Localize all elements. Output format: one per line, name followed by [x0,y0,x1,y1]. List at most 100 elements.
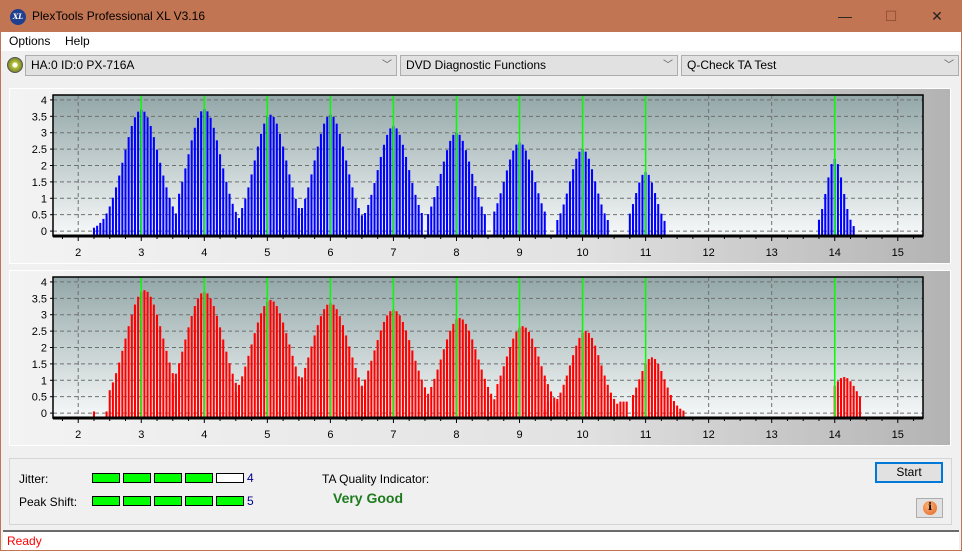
bar [219,154,222,236]
bar [836,164,839,236]
bar [641,174,644,236]
bar [269,114,272,236]
bar [584,151,587,236]
bar [184,168,187,236]
bar [543,211,546,236]
bar [351,187,354,236]
bar [137,296,140,418]
pit-land-chart: 0 0.5 1 1.5 2 2.5 3 3.5 4 2 3 4 5 6 7 8 9 10 11 12 13 14 15 [32,276,924,441]
bar [843,377,846,418]
bar [509,159,512,236]
bar [480,206,483,236]
drive-select[interactable]: HA:0 ID:0 PX-716A ﹀ [25,55,397,76]
bar [237,218,241,236]
bar [654,359,657,418]
minimize-button[interactable]: — [822,1,868,32]
bar [464,150,467,236]
y-tick-label: 3.5 [32,293,47,305]
y-tick-label: 3 [41,128,47,140]
bar [181,181,184,236]
meter-segment [92,496,120,506]
test-select[interactable]: Q-Check TA Test ﹀ [681,55,959,76]
meter-segment [92,473,120,483]
bar [297,385,300,418]
menu-help[interactable]: Help [65,34,90,48]
bar [650,357,653,418]
y-tick-label: 0.5 [32,210,47,222]
x-tick-label: 2 [75,429,81,441]
bar [263,306,266,418]
bar [590,169,594,236]
bar [307,357,310,418]
y-tick-label: 2.5 [32,144,47,156]
x-tick-label: 5 [264,429,270,441]
bar [313,335,316,418]
bar [297,215,300,236]
function-select[interactable]: DVD Diagnostic Functions ﹀ [400,55,678,76]
bar [597,355,600,418]
bar [102,218,105,236]
bar [587,158,590,236]
start-button[interactable]: Start [875,462,943,483]
bar [354,198,357,236]
bar [405,156,408,236]
bar [553,397,556,418]
bar [565,375,568,418]
bar [171,382,174,418]
bar [335,309,338,418]
bar [647,174,650,236]
peak-shift-value: 5 [247,494,254,508]
x-tick-label: 2 [75,247,81,259]
bar [480,369,483,418]
bar [253,333,256,418]
bar [215,140,218,236]
bar [291,355,294,418]
bar [540,366,543,418]
bar [379,156,382,236]
bar [613,398,616,418]
bar [449,140,452,236]
maximize-button[interactable]: ☐ [868,1,914,32]
bar [408,340,411,418]
bar [389,128,392,236]
bar [184,339,187,418]
bar [471,173,474,236]
bar [219,327,222,418]
test-select-value: Q-Check TA Test [687,58,777,72]
bar [411,183,414,236]
x-tick-label: 4 [201,429,207,441]
bar [512,150,515,236]
bar [843,194,846,236]
jitter-label: Jitter: [19,472,49,486]
bar [849,219,852,236]
bar [427,393,430,418]
bar [559,392,562,418]
bar [206,111,209,236]
y-tick-label: 0 [41,408,47,420]
bar [631,204,635,236]
bar [405,330,408,418]
bar [360,387,363,418]
bar [427,214,430,236]
x-tick-label: 9 [516,429,522,441]
meter-segment [185,496,213,506]
bar [490,393,493,418]
bar [241,376,244,418]
bar [468,330,471,418]
ta-quality-label: TA Quality Indicator: [322,472,430,486]
menu-options[interactable]: Options [9,34,50,48]
x-tick-label: 5 [264,247,270,259]
bar [430,386,433,418]
x-tick-label: 9 [516,247,522,259]
bar [505,170,508,236]
bar [357,377,360,418]
x-tick-label: 8 [453,247,459,259]
y-tick-label: 0.5 [32,392,47,404]
bar [367,370,370,418]
bar [115,373,118,418]
close-button[interactable]: ✕ [914,1,960,32]
chevron-down-icon: ﹀ [382,60,392,71]
x-tick-label: 4 [201,247,207,259]
info-button[interactable]: i [916,498,943,518]
bar [578,337,581,418]
